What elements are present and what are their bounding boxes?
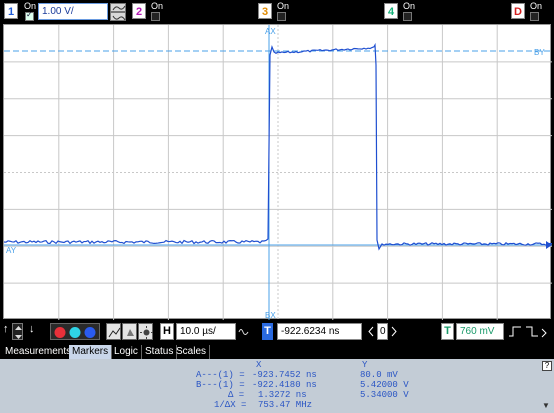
delay-field[interactable]: -922.6234 ns — [277, 323, 362, 340]
marker-ax-label: AX — [265, 27, 276, 36]
timebase-field[interactable]: 10.0 µs/ — [176, 323, 236, 340]
trigger-position-icon: T — [262, 323, 273, 340]
channel-1-label[interactable]: 1 — [4, 3, 18, 19]
color-selector[interactable] — [50, 323, 100, 340]
delay-decrement[interactable] — [366, 323, 376, 340]
delta-x: 1.3272 ns — [258, 390, 307, 400]
tab-logic[interactable]: Logic — [111, 345, 142, 359]
channel-3-checkbox[interactable] — [277, 12, 286, 21]
chevron-right-icon — [391, 326, 397, 337]
trigger-label: T — [441, 323, 454, 340]
channel-1-group[interactable]: 1 On 1.00 V/ — [4, 1, 126, 22]
channel-1-offset-marker — [546, 241, 552, 249]
marker-by-label: BY — [534, 48, 545, 57]
trigger-source-button[interactable] — [524, 323, 550, 340]
channel-4-checkbox[interactable] — [403, 12, 412, 21]
marker-b-y: 5.42000 V — [360, 380, 409, 390]
horizontal-label: H — [160, 323, 174, 340]
brightness-button[interactable] — [138, 323, 153, 340]
sun-icon — [140, 326, 153, 339]
channel-4-group[interactable]: 4 On — [384, 1, 416, 22]
inverse-delta-x: 753.47 MHz — [258, 400, 313, 410]
marker-a-x: -923.7452 ns — [252, 370, 317, 380]
graticule: AX BX AY BY — [4, 25, 552, 320]
channel-bar: 1 On 1.00 V/ 2 On 3 On 4 On D On — [0, 0, 554, 23]
column-y-header: Y — [362, 360, 368, 370]
channel-3-group[interactable]: 3 On — [258, 1, 290, 22]
invert-wave-icon — [112, 15, 126, 21]
channel-4-state: On — [403, 1, 416, 11]
help-button[interactable]: ? — [542, 361, 552, 371]
digital-channel-state: On — [530, 1, 543, 11]
channel-2-checkbox[interactable] — [151, 12, 160, 21]
delay-zero[interactable]: 0 — [377, 323, 388, 340]
spinner-icon — [15, 326, 22, 339]
scroll-down-icon[interactable]: ▼ — [542, 401, 552, 411]
channel-2-label[interactable]: 2 — [132, 3, 146, 19]
color-dots-icon — [54, 327, 96, 338]
digital-channel-group[interactable]: D On — [511, 1, 551, 22]
marker-b-x: -922.4180 ns — [252, 380, 317, 390]
channel-2-group[interactable]: 2 On — [132, 1, 164, 22]
tab-markers[interactable]: Markers — [69, 345, 113, 359]
up-arrow-icon[interactable]: ↑ — [3, 323, 9, 335]
channel-3-state: On — [277, 1, 290, 11]
channel-1-invert-button[interactable] — [110, 12, 126, 21]
trigger-slope-button[interactable] — [508, 323, 522, 340]
channel-3-label[interactable]: 3 — [258, 3, 272, 19]
channel-1-checkbox[interactable] — [25, 10, 34, 21]
rising-edge-icon — [509, 326, 521, 337]
column-x-header: X — [256, 360, 262, 370]
channel-1-wave-button[interactable] — [110, 3, 126, 12]
inverse-delta-label: 1/ΔX = — [214, 400, 247, 410]
delay-increment[interactable] — [389, 323, 399, 340]
delta-label: Δ = — [228, 390, 245, 400]
marker-b-label: B---(1) = — [196, 380, 245, 390]
channel-2-state: On — [151, 1, 164, 11]
chart-icon — [108, 327, 121, 338]
scroll-spinner[interactable] — [12, 323, 23, 340]
marker-a-label: A---(1) = — [196, 370, 245, 380]
channel-4-label[interactable]: 4 — [384, 3, 398, 19]
digital-channel-label[interactable]: D — [511, 3, 525, 19]
down-arrow-icon[interactable]: ↓ — [29, 323, 35, 335]
control-bar: ↑ ↓ H 10.0 µs/ T -922.6234 ns 0 T 760 mV — [0, 320, 554, 343]
marker-a-y: 80.0 mV — [360, 370, 398, 380]
digital-channel-checkbox[interactable] — [530, 12, 539, 21]
reference-icon[interactable] — [238, 323, 249, 340]
hand-icon — [127, 329, 134, 336]
channel-1-scale-field[interactable]: 1.00 V/ — [38, 3, 108, 20]
tab-measurements[interactable]: Measurements — [2, 345, 76, 359]
trigger-icon — [526, 326, 547, 338]
chevron-left-icon — [368, 326, 374, 337]
marker-bx-label: BX — [265, 311, 276, 320]
marker-readout-panel: X Y A---(1) = -923.7452 ns 80.0 mV B---(… — [0, 359, 554, 413]
waveform-display[interactable]: AX BX AY BY — [3, 24, 552, 320]
trigger-level-field[interactable]: 760 mV — [456, 323, 504, 340]
marker-ay-label: AY — [6, 246, 17, 255]
pan-tool-button[interactable] — [122, 323, 137, 340]
delta-y: 5.34000 V — [360, 390, 409, 400]
measure-tool-button[interactable] — [106, 323, 121, 340]
panel-tabs: Measurements Markers Logic Status Scales — [0, 344, 554, 359]
tab-scales[interactable]: Scales — [173, 345, 211, 359]
wave-ref-icon — [238, 329, 249, 335]
